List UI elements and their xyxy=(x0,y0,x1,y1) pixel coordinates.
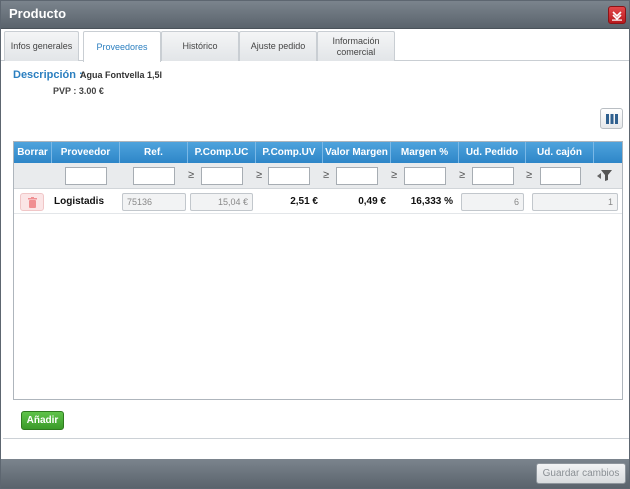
save-changes-button[interactable]: Guardar cambios xyxy=(536,463,626,484)
grid-header: Borrar Proveedor Ref. P.Comp.UC P.Comp.U… xyxy=(14,142,622,163)
filter-ge-symbol: ≥ xyxy=(323,169,330,181)
header-borrar: Borrar xyxy=(14,142,52,163)
description-value: Agua Fontvella 1,5l xyxy=(80,70,163,80)
filter-row: ≥ ≥ ≥ ≥ ≥ ≥ xyxy=(14,163,622,189)
product-dialog: Producto Infos generales Proveedores His… xyxy=(0,0,630,489)
filter-ud-cajon-input[interactable] xyxy=(540,167,581,185)
filter-ge-symbol: ≥ xyxy=(526,169,533,181)
cell-valor-margen: 0,49 € xyxy=(358,196,386,207)
pvp-value: 3.00 € xyxy=(78,86,104,96)
cell-ud-cajon[interactable]: 1 xyxy=(532,193,618,211)
close-icon xyxy=(612,11,622,21)
tab-historico[interactable]: Histórico xyxy=(161,31,239,61)
filter-valor-margen-input[interactable] xyxy=(336,167,378,185)
header-p-comp-uc[interactable]: P.Comp.UC xyxy=(188,142,256,163)
window-title: Producto xyxy=(9,6,67,21)
header-valor-margen[interactable]: Valor Margen xyxy=(323,142,391,163)
filter-ud-pedido-input[interactable] xyxy=(472,167,514,185)
cell-ref: 75136 xyxy=(122,193,186,211)
filter-p-comp-uc-input[interactable] xyxy=(201,167,243,185)
pvp-label: PVP : xyxy=(53,86,77,96)
delete-row-button[interactable] xyxy=(20,193,44,211)
columns-button[interactable] xyxy=(600,108,623,129)
tab-ajuste-pedido[interactable]: Ajuste pedido xyxy=(239,31,317,61)
tab-bar: Infos generales Proveedores Histórico Aj… xyxy=(1,29,629,62)
filter-ge-symbol: ≥ xyxy=(188,169,195,181)
cell-margen-pct: 16,333 % xyxy=(410,196,453,207)
close-button[interactable] xyxy=(608,6,626,24)
suppliers-grid: Borrar Proveedor Ref. P.Comp.UC P.Comp.U… xyxy=(13,141,623,400)
footer-bar: Guardar cambios xyxy=(1,459,629,488)
tab-proveedores[interactable]: Proveedores xyxy=(83,31,161,62)
tab-label: Ajuste pedido xyxy=(250,41,306,51)
header-ud-cajon[interactable]: Ud. cajón xyxy=(526,142,594,163)
trash-icon xyxy=(28,197,37,208)
filter-ref-input[interactable] xyxy=(133,167,175,185)
tab-infos-generales[interactable]: Infos generales xyxy=(4,31,79,61)
filter-ge-symbol: ≥ xyxy=(459,169,466,181)
cell-proveedor: Logistadis xyxy=(54,196,105,207)
cell-p-comp-uc: 15,04 € xyxy=(190,193,253,211)
columns-icon xyxy=(606,114,618,124)
tab-informacion-comercial[interactable]: Información comercial xyxy=(317,31,395,61)
filter-proveedor-input[interactable] xyxy=(65,167,107,185)
filter-p-comp-uv-input[interactable] xyxy=(268,167,310,185)
title-bar: Producto xyxy=(1,1,629,29)
filter-margen-pct-input[interactable] xyxy=(404,167,446,185)
header-p-comp-uv[interactable]: P.Comp.UV xyxy=(256,142,323,163)
header-ud-pedido[interactable]: Ud. Pedido xyxy=(459,142,526,163)
pvp-line: PVP : 3.00 € xyxy=(53,86,104,96)
tab-label: Infos generales xyxy=(10,41,73,51)
tab-label: Información comercial xyxy=(332,35,380,57)
filter-ge-symbol: ≥ xyxy=(256,169,263,181)
tab-label: Histórico xyxy=(182,41,218,51)
add-button[interactable]: Añadir xyxy=(21,411,64,430)
filter-icon[interactable] xyxy=(601,170,612,181)
tab-label: Proveedores xyxy=(96,41,148,52)
cell-p-comp-uv: 2,51 € xyxy=(290,196,318,207)
filter-ge-symbol: ≥ xyxy=(391,169,398,181)
description-label: Descripción : xyxy=(13,69,83,81)
header-margen-pct[interactable]: Margen % xyxy=(391,142,459,163)
divider xyxy=(3,438,629,439)
cell-ud-pedido[interactable]: 6 xyxy=(461,193,524,211)
header-ref[interactable]: Ref. xyxy=(120,142,188,163)
table-row[interactable]: Logistadis 75136 15,04 € 2,51 € 0,49 € 1… xyxy=(14,190,622,214)
header-proveedor[interactable]: Proveedor xyxy=(52,142,120,163)
